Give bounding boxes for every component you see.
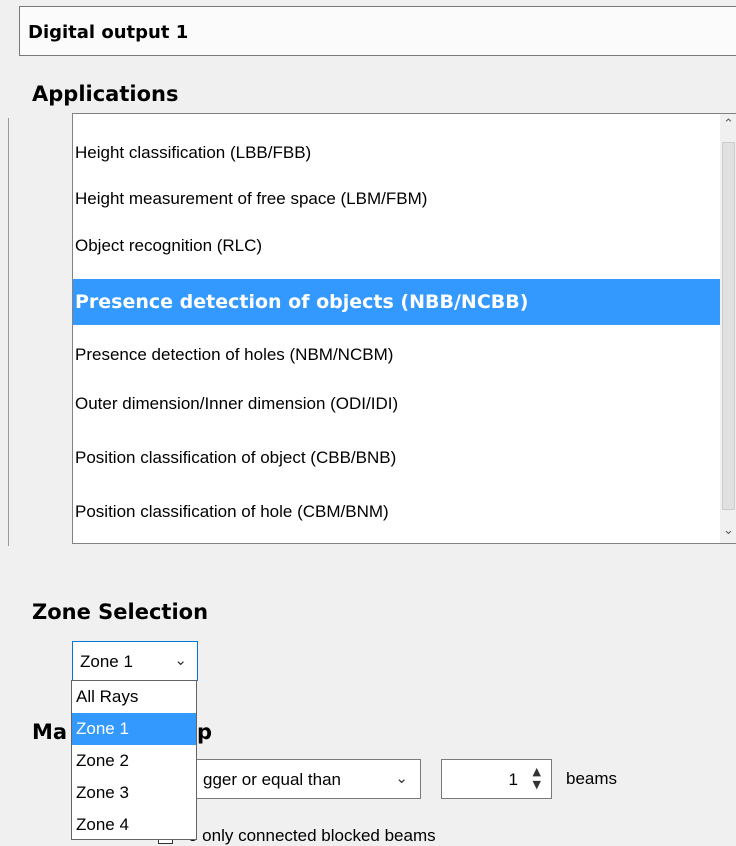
beam-unit-label: beams [566,769,618,788]
match-heading-end: p [197,720,213,744]
applications-listbox[interactable]: Height classification (LBB/FBB) Height m… [72,113,736,544]
chevron-down-icon[interactable]: ⌄ [720,520,736,542]
list-item[interactable]: Presence detection of holes (NBM/NCBM) [73,332,720,378]
zone-option[interactable]: Zone 4 [72,809,196,841]
chevron-up-icon[interactable]: ⌃ [720,114,736,136]
zone-selection-heading: Zone Selection [32,600,209,624]
panel-title-bar: Digital output 1 [19,6,736,56]
list-item[interactable]: Position classification of hole (CBM/BNM… [73,489,720,535]
list-item[interactable]: Object recognition (RLC) [73,223,720,269]
panel-title: Digital output 1 [28,22,189,43]
chevron-down-icon: ⌄ [174,651,187,669]
chevron-down-icon: ⌄ [395,769,408,787]
list-item-selected[interactable]: Presence detection of objects (NBB/NCBB) [73,279,720,325]
list-item[interactable]: Height classification (LBB/FBB) [73,130,720,176]
zone-option[interactable]: Zone 2 [72,745,196,777]
connected-beams-label: e only connected blocked beams [188,826,436,845]
list-item[interactable]: Height measurement of free space (LBM/FB… [73,176,720,222]
zone-option[interactable]: All Rays [72,681,196,713]
list-item[interactable]: Position classification of object (CBB/B… [73,435,720,481]
vertical-scrollbar[interactable]: ⌃ ⌄ [720,114,736,543]
zone-select[interactable]: Zone 1 ⌄ [72,641,198,681]
beam-count-spinbox[interactable]: 1 ▲ ▼ [441,759,552,799]
zone-option-selected[interactable]: Zone 1 [72,713,196,745]
condition-select[interactable]: gger or equal than ⌄ [188,759,421,799]
zone-dropdown-list[interactable]: All Rays Zone 1 Zone 2 Zone 3 Zone 4 [71,680,197,840]
scrollbar-thumb[interactable] [722,142,735,510]
applications-heading: Applications [32,82,179,106]
condition-select-value: gger or equal than [203,770,341,789]
list-item[interactable]: Outer dimension/Inner dimension (ODI/IDI… [73,381,720,427]
zone-select-value: Zone 1 [80,652,133,671]
spin-updown-icon[interactable]: ▲ ▼ [533,765,541,791]
match-heading-start: Ma [32,720,68,744]
zone-option[interactable]: Zone 3 [72,777,196,809]
divider [8,118,9,546]
beam-count-value: 1 [508,770,518,789]
